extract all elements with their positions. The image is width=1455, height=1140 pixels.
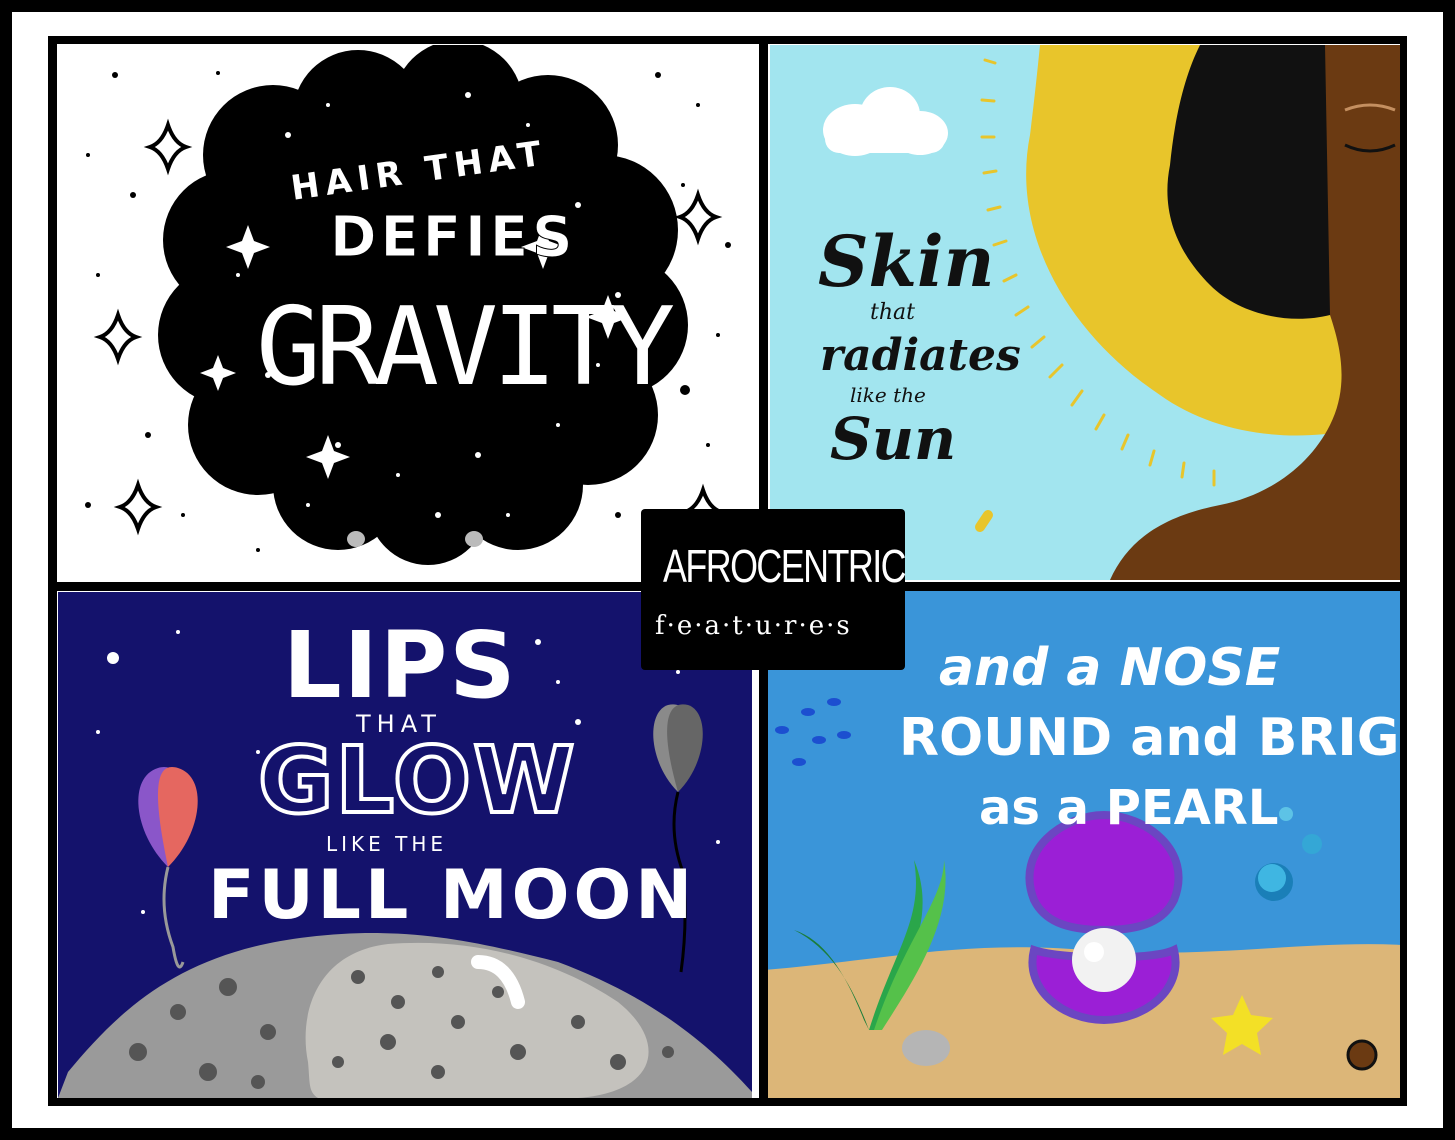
nose-line3: as a PEARL: [979, 780, 1279, 836]
nose-line2: ROUND and BRIGHT: [899, 708, 1402, 768]
pearl-shine: [1084, 942, 1104, 962]
outer-border-left: [48, 36, 57, 1106]
lips-line3: GLOW: [256, 725, 577, 836]
artist-avatar-icon: [1346, 1039, 1378, 1071]
skin-line5: Sun: [830, 405, 957, 473]
cloud-icon: [823, 87, 948, 156]
skin-line1: Skin: [818, 220, 995, 303]
hair-line3: GRAVITY: [256, 285, 675, 410]
lips-line4: LIKE THE: [326, 832, 448, 856]
fish-icons: [775, 698, 851, 766]
lips-line1: LIPS: [283, 612, 518, 719]
outer-border-right: [1400, 36, 1407, 1106]
center-title-box: AFROCENTRIC f·e·a·t·u·r·e·s: [641, 509, 907, 670]
nose-line1: and a NOSE: [939, 638, 1281, 698]
skin-line4: like the: [850, 383, 926, 407]
center-title-line2: f·e·a·t·u·r·e·s: [655, 611, 852, 641]
skin-line3: radiates: [820, 330, 1021, 381]
lips-line5: FULL MOON: [208, 856, 697, 935]
skin-line2: that: [870, 300, 915, 325]
outer-border: [48, 36, 1406, 44]
pebble-icon: [902, 1030, 950, 1066]
hair-line2: DEFIES: [329, 205, 577, 271]
outer-border-bottom: [48, 1098, 1406, 1106]
pearl-icon: [1072, 928, 1136, 992]
center-title-line1: AFROCENTRIC: [663, 540, 907, 592]
skin-illustration: [823, 45, 1402, 580]
panel-hair: HAIR THAT DEFIES GRAVITY: [58, 45, 760, 585]
panel-skin: Skin that radiates like the Sun: [770, 45, 1402, 580]
balloon-left-icon: [138, 767, 198, 969]
